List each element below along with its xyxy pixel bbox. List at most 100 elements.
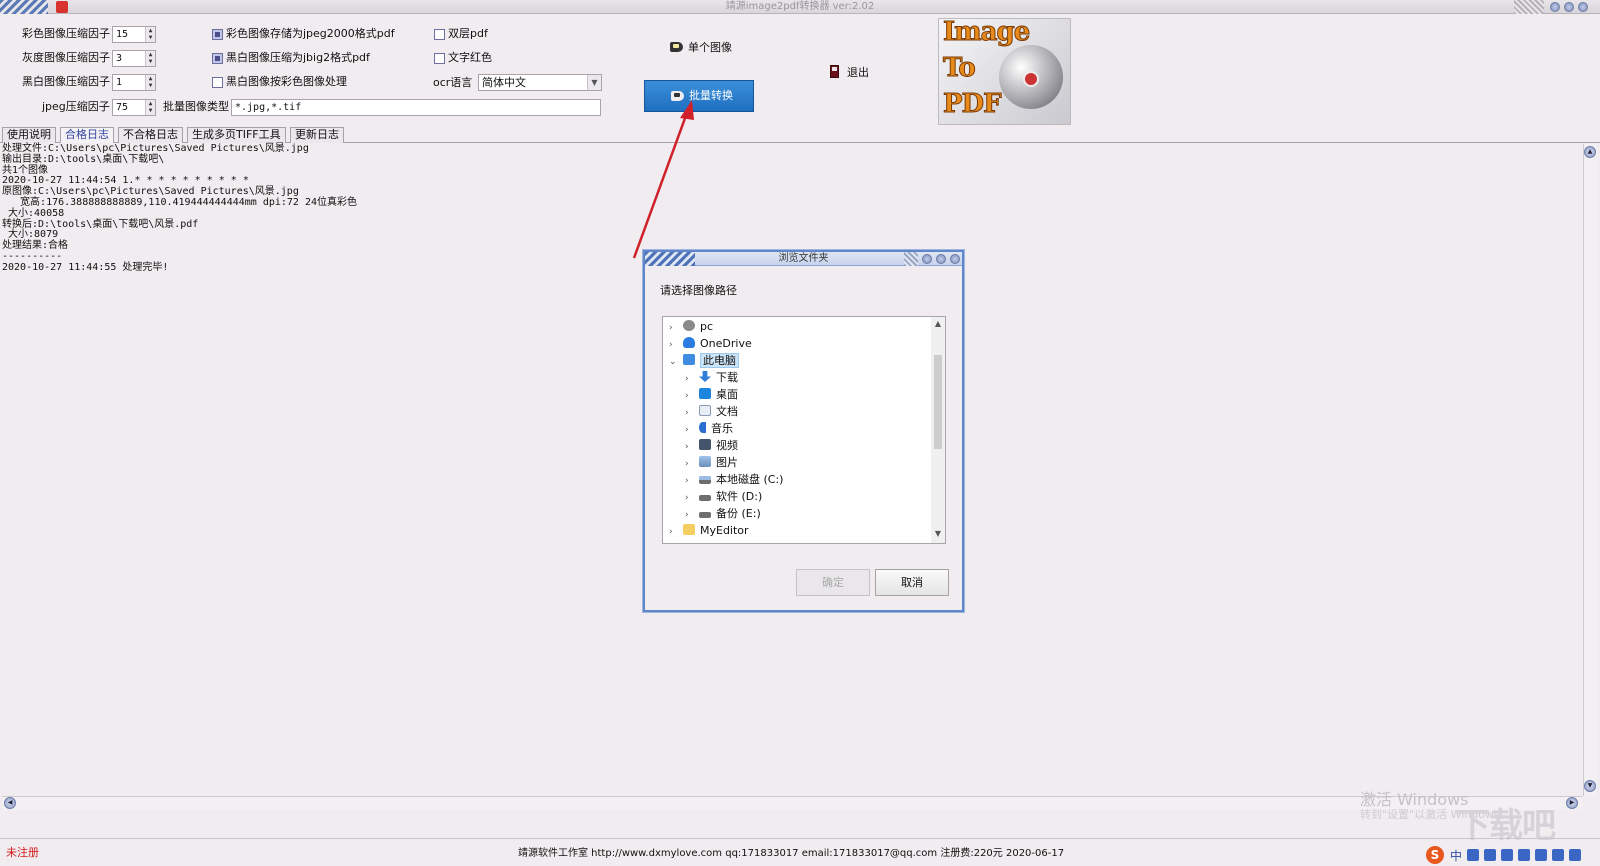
minimize-icon[interactable] [1550,2,1560,12]
tree-item-label: OneDrive [700,337,752,350]
jbig2-checkbox[interactable] [212,53,223,64]
jbig2-label: 黑白图像压缩为jbig2格式pdf [226,51,370,64]
tree-item-drive-c[interactable]: › 本地磁盘 (C:) [685,471,783,488]
jpeg2000-checkbox[interactable] [212,29,223,40]
log-tabs: 使用说明 合格日志 不合格日志 生成多页TIFF工具 更新日志 [0,126,1600,143]
document-icon [699,405,711,416]
tree-item-drive-d[interactable]: › 软件 (D:) [685,488,762,505]
desktop-icon [699,388,711,399]
dialog-title-bar: 浏览文件夹 [645,252,962,266]
sogou-ime-icon[interactable]: S [1426,846,1444,864]
gray-factor-label: 灰度图像压缩因子 [22,51,110,64]
spin-arrows-icon[interactable]: ▲ ▼ [145,100,155,115]
ime-mode-indicator[interactable]: 中 [1450,847,1462,864]
exit-button[interactable]: 退出 [830,65,869,80]
batch-type-input[interactable]: *.jpg,*.tif [231,99,601,116]
batch-type-label: 批量图像类型 [163,100,229,113]
ocr-language-select[interactable]: 简体中文 ▼ [478,74,602,91]
tree-item-music[interactable]: › 音乐 [685,420,733,437]
gray-factor-stepper[interactable]: 3 ▲ ▼ [112,50,156,67]
tree-item-label: 图片 [716,456,738,469]
jpeg2000-label: 彩色图像存储为jpeg2000格式pdf [226,27,395,40]
single-image-button[interactable]: 单个图像 [670,41,732,55]
keyboard-icon[interactable] [1518,849,1531,861]
microphone-icon[interactable] [1501,849,1514,861]
bw-as-color-checkbox[interactable] [212,77,223,88]
chevron-down-icon[interactable]: ▼ [587,75,601,90]
title-bar-grip-right [1514,0,1544,14]
bw-factor-value: 1 [116,77,123,88]
picture-icon [699,456,711,467]
batch-convert-button[interactable]: 批量转换 [644,80,754,112]
bw-as-color-label: 黑白图像按彩色图像处理 [226,75,347,88]
chevron-right-icon[interactable]: › [669,524,677,541]
exit-label: 退出 [847,66,869,79]
spin-arrows-icon[interactable]: ▲ ▼ [145,75,155,90]
tree-item-documents[interactable]: › 文档 [685,403,738,420]
bw-factor-stepper[interactable]: 1 ▲ ▼ [112,74,156,91]
minimize-icon[interactable] [922,254,932,264]
scroll-up-icon[interactable]: ▲ [931,319,945,328]
close-icon[interactable] [950,254,960,264]
grid-menu-icon[interactable] [1569,849,1582,861]
music-note-icon [699,422,706,433]
double-layer-checkbox[interactable] [434,29,445,40]
disc-hub-icon [1023,71,1039,87]
emoji-icon[interactable] [1484,849,1497,861]
tree-item-drive-e[interactable]: › 备份 (E:) [685,505,761,522]
log-line: 处理文件:C:\Users\pc\Pictures\Saved Pictures… [2,143,309,154]
tab-failed-log[interactable]: 不合格日志 [118,127,183,143]
spin-arrows-icon[interactable]: ▲ ▼ [145,51,155,66]
logo-word-pdf: PDF [943,89,1003,120]
tab-update-log[interactable]: 更新日志 [290,127,344,143]
tree-item-onedrive[interactable]: › OneDrive [669,335,752,352]
cancel-button[interactable]: 取消 [875,569,949,596]
chevron-down-icon[interactable]: ⌄ [669,354,677,371]
tree-scrollbar[interactable]: ▲ ▼ [931,317,945,543]
tree-item-pc[interactable]: › pc [669,318,713,335]
tree-item-desktop[interactable]: › 桌面 [685,386,738,403]
cloud-icon [683,337,695,348]
scroll-down-icon[interactable]: ▼ [1584,780,1596,792]
tree-item-this-pc[interactable]: ⌄ 此电脑 [669,352,739,369]
system-tray: S中 [1426,846,1582,864]
folder-tree[interactable]: › pc › OneDrive ⌄ 此电脑 › 下载 › 桌面 › 文档 › 音乐 › 视频 ›… [662,316,946,544]
tree-item-myeditor[interactable]: › MyEditor [669,522,749,539]
tree-item-pictures[interactable]: › 图片 [685,454,738,471]
horizontal-scrollbar[interactable]: ◀ ▶ [2,796,1582,810]
tab-instructions[interactable]: 使用说明 [2,127,56,143]
tree-item-label: 音乐 [711,422,733,435]
punctuation-icon[interactable] [1467,849,1480,861]
scroll-right-icon[interactable]: ▶ [1566,797,1578,809]
tree-item-label: 软件 (D:) [716,490,763,503]
tab-passed-log[interactable]: 合格日志 [60,127,114,143]
scroll-up-icon[interactable]: ▲ [1584,146,1596,158]
spin-arrows-icon[interactable]: ▲ ▼ [145,27,155,42]
scroll-left-icon[interactable]: ◀ [4,797,16,809]
scroll-down-icon[interactable]: ▼ [931,529,945,538]
close-icon[interactable] [1578,2,1588,12]
studio-info: 靖源软件工作室 http://www.dxmylove.com qq:17183… [518,848,1065,859]
tree-item-downloads[interactable]: › 下载 [685,369,738,386]
drive-icon [699,495,711,501]
scroll-thumb[interactable] [934,355,942,449]
tab-tiff-tool[interactable]: 生成多页TIFF工具 [187,127,286,143]
text-red-checkbox[interactable] [434,53,445,64]
drive-icon [699,512,711,518]
ok-button[interactable]: 确定 [796,569,870,596]
unregistered-status: 未注册 [6,846,39,859]
tools-icon[interactable] [1535,849,1548,861]
maximize-icon[interactable] [936,254,946,264]
batch-type-value: *.jpg,*.tif [235,102,302,113]
shirt-skin-icon[interactable] [1552,849,1565,861]
tree-item-label: 视频 [716,439,738,452]
jpeg-factor-stepper[interactable]: 75 ▲ ▼ [112,99,156,116]
color-factor-stepper[interactable]: 15 ▲ ▼ [112,26,156,43]
vertical-scrollbar[interactable]: ▲ ▼ [1583,144,1597,796]
maximize-icon[interactable] [1564,2,1574,12]
logo-word-image: Image [942,18,1030,48]
dialog-prompt: 请选择图像路径 [660,284,737,297]
tree-item-videos[interactable]: › 视频 [685,437,738,454]
download-arrow-icon [699,371,711,382]
bw-factor-label: 黑白图像压缩因子 [22,75,110,88]
